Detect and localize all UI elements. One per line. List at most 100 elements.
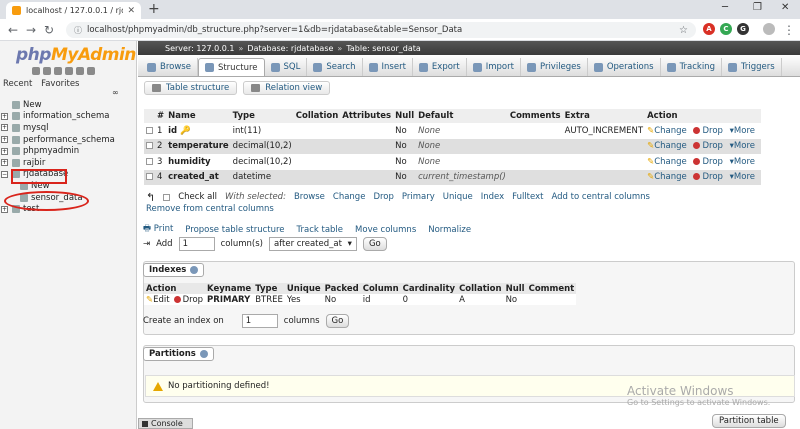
help-icon[interactable] [199, 350, 208, 358]
column-header[interactable]: Name [166, 109, 231, 123]
expand-icon[interactable]: + [1, 159, 8, 167]
tree-item-performance-schema[interactable]: + performance_schema [0, 134, 137, 146]
index-drop-link[interactable]: Drop [171, 294, 206, 305]
tree-item-information-schema[interactable]: + information_schema [0, 111, 137, 123]
tab-triggers[interactable]: Triggers [722, 58, 782, 76]
tree-item-phpmyadmin[interactable]: + phpmyadmin [0, 145, 137, 157]
expand-icon[interactable]: + [1, 136, 8, 144]
add-central-columns-button[interactable]: Add to central columns [551, 192, 650, 202]
more-dropdown[interactable]: ▾More [730, 172, 755, 182]
change-link[interactable]: ✎Change [647, 157, 687, 167]
expand-icon[interactable]: + [1, 112, 8, 120]
tab-operations[interactable]: Operations [588, 58, 661, 76]
reload-nav-icon[interactable] [87, 67, 95, 75]
tree-item-rajbir[interactable]: + rajbir [0, 157, 137, 169]
bulk-primary-button[interactable]: Primary [402, 192, 435, 202]
more-dropdown[interactable]: ▾More [730, 126, 755, 136]
tab-search[interactable]: Search [307, 58, 363, 76]
extension-c-icon[interactable]: C [720, 23, 732, 35]
home-icon[interactable] [32, 67, 40, 75]
extension-g-icon[interactable]: G [737, 23, 749, 35]
normalize-link[interactable]: Normalize [428, 225, 471, 235]
print-link[interactable]: 🖶 Print [143, 223, 173, 237]
add-column-position-select[interactable]: after created_at ▾ [268, 237, 357, 251]
favorites-tab[interactable]: Favorites [41, 79, 79, 89]
drop-link[interactable]: Drop [693, 126, 723, 136]
bulk-fulltext-button[interactable]: Fulltext [512, 192, 543, 202]
url-field[interactable]: ⓘ localhost/phpmyadmin/db_structure.php?… [66, 22, 696, 38]
tab-import[interactable]: Import [467, 58, 521, 76]
bulk-browse-button[interactable]: Browse [294, 192, 325, 202]
more-dropdown[interactable]: ▾More [730, 157, 755, 167]
expand-icon[interactable]: + [1, 205, 8, 213]
help-icon[interactable] [190, 266, 199, 274]
tab-export[interactable]: Export [413, 58, 467, 76]
remove-central-columns-button[interactable]: Remove from central columns [146, 204, 274, 214]
close-tab-icon[interactable]: ✕ [127, 6, 135, 16]
add-columns-go-button[interactable]: Go [362, 237, 387, 251]
tab-sql[interactable]: SQL [265, 58, 308, 76]
tab-structure[interactable]: Structure [197, 58, 265, 76]
row-checkbox[interactable] [146, 173, 153, 181]
breadcrumb-table[interactable]: Table: sensor_data [346, 44, 420, 53]
breadcrumb-database[interactable]: Database: rjdatabase [247, 44, 333, 53]
more-dropdown[interactable]: ▾More [730, 141, 755, 151]
tab-privileges[interactable]: Privileges [521, 58, 588, 76]
drop-link[interactable]: Drop [693, 172, 723, 182]
new-tab-button[interactable]: + [148, 1, 160, 17]
extension-a-icon[interactable]: A [703, 23, 715, 35]
back-icon[interactable]: ← [4, 23, 22, 37]
bulk-unique-button[interactable]: Unique [443, 192, 473, 202]
partition-table-button[interactable]: Partition table [712, 414, 786, 428]
menu-dots-icon[interactable]: ⋮ [780, 23, 798, 37]
add-column-count-input[interactable]: 1 [178, 237, 215, 251]
link-chain-icon[interactable]: ∞ [112, 88, 119, 97]
collapse-icon[interactable]: − [1, 170, 8, 178]
drop-link[interactable]: Drop [693, 157, 723, 167]
info-icon[interactable]: ⓘ [74, 25, 82, 36]
change-link[interactable]: ✎Change [647, 141, 687, 151]
bulk-index-button[interactable]: Index [481, 192, 504, 202]
drop-link[interactable]: Drop [693, 141, 723, 151]
tab-tracking[interactable]: Tracking [661, 58, 722, 76]
bookmark-star-icon[interactable]: ☆ [679, 25, 688, 36]
minimize-icon[interactable]: ─ [722, 2, 728, 13]
tree-item-mysql[interactable]: + mysql [0, 122, 137, 134]
row-checkbox[interactable] [146, 142, 153, 150]
create-index-count-input[interactable]: 1 [241, 314, 278, 328]
row-checkbox[interactable] [146, 126, 153, 134]
track-table-link[interactable]: Track table [297, 225, 343, 235]
console-toggle[interactable]: Console [138, 418, 193, 429]
create-index-go-button[interactable]: Go [325, 314, 350, 328]
browser-tab[interactable]: localhost / 127.0.0.1 / rjdatabase ✕ [6, 2, 141, 19]
change-link[interactable]: ✎Change [647, 126, 687, 136]
bulk-change-button[interactable]: Change [333, 192, 366, 202]
relation-view-button[interactable]: Relation view [243, 81, 331, 95]
docs-icon[interactable] [65, 67, 73, 75]
phpmyadmin-logo[interactable]: phpMyAdmin [16, 45, 136, 65]
table-structure-button[interactable]: Table structure [144, 81, 238, 95]
move-columns-link[interactable]: Move columns [355, 225, 416, 235]
breadcrumb-server[interactable]: Server: 127.0.0.1 [165, 44, 235, 53]
tab-browse[interactable]: Browse [141, 58, 198, 76]
close-window-icon[interactable]: ✕ [781, 2, 789, 13]
settings-gear-icon[interactable] [76, 67, 84, 75]
tab-insert[interactable]: Insert [363, 58, 413, 76]
maximize-icon[interactable]: ❐ [753, 2, 762, 13]
change-link[interactable]: ✎Change [647, 172, 687, 182]
check-all-label[interactable]: Check all [178, 192, 217, 202]
expand-icon[interactable]: + [1, 124, 8, 132]
index-edit-link[interactable]: ✎Edit [144, 294, 172, 305]
logout-icon[interactable] [43, 67, 51, 75]
check-all-checkbox[interactable] [163, 193, 171, 201]
recent-tab[interactable]: Recent [3, 79, 32, 89]
reload-icon[interactable]: ↻ [40, 23, 58, 37]
profile-avatar-icon[interactable] [763, 23, 775, 35]
help-icon[interactable] [54, 67, 62, 75]
forward-icon[interactable]: → [22, 23, 40, 37]
expand-icon[interactable]: + [1, 147, 8, 155]
bulk-drop-button[interactable]: Drop [373, 192, 393, 202]
tree-item-new[interactable]: New [0, 99, 137, 111]
row-checkbox[interactable] [146, 157, 153, 165]
propose-structure-link[interactable]: Propose table structure [185, 225, 284, 235]
